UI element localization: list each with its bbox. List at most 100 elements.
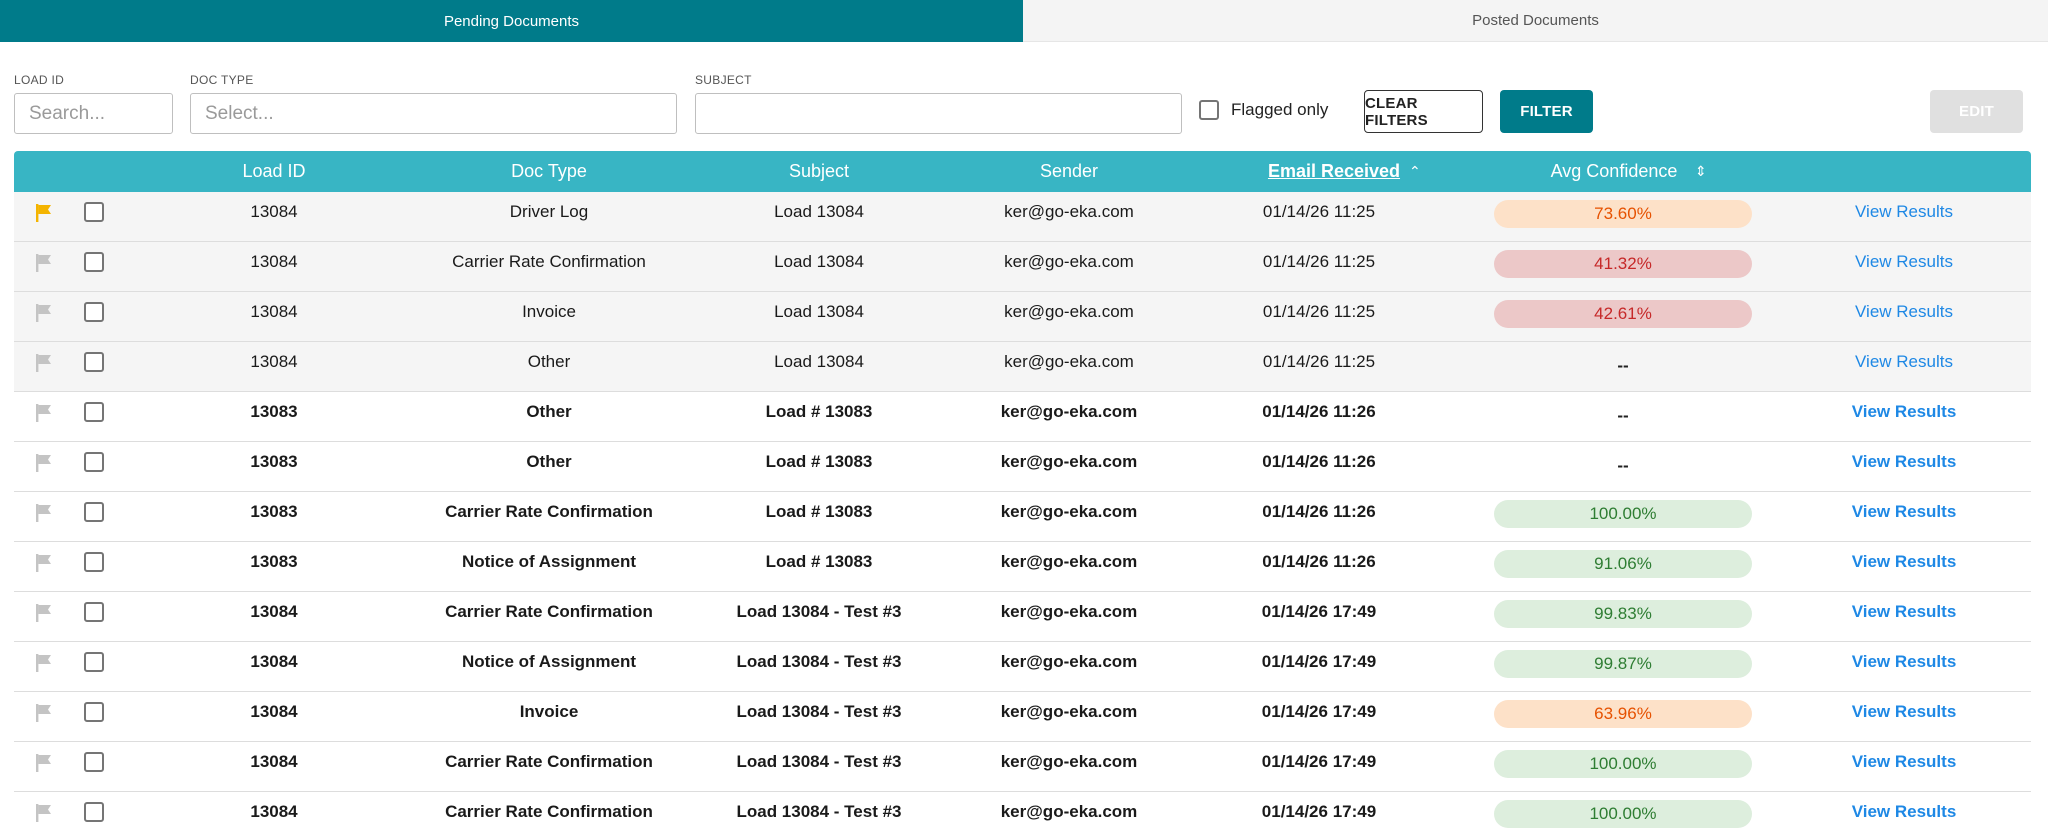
view-results-link[interactable]: View Results — [1804, 692, 2004, 732]
email-received-cell: 01/14/26 11:25 — [1262, 302, 1376, 321]
sender-cell: ker@go-eka.com — [1000, 752, 1138, 771]
doc-type-select[interactable] — [190, 93, 677, 134]
table-row[interactable]: 13084 Carrier Rate Confirmation Load 13084… — [14, 242, 2031, 292]
flag-icon[interactable] — [33, 252, 55, 274]
flagged-only-label: Flagged only — [1231, 100, 1329, 119]
column-header-sender[interactable]: Sender — [944, 151, 1194, 192]
table-row[interactable]: 13083 Notice of Assignment Load # 13083 ker… — [14, 542, 2031, 592]
row-checkbox[interactable] — [84, 502, 104, 522]
email-received-cell: 01/14/26 17:49 — [1261, 602, 1377, 621]
view-results-link[interactable]: View Results — [1804, 242, 2004, 282]
view-results-link[interactable]: View Results — [1804, 492, 2004, 532]
flagged-only-checkbox[interactable] — [1199, 100, 1219, 120]
confidence-badge: 99.87% — [1494, 650, 1752, 678]
doc-type-cell: Invoice — [519, 702, 579, 721]
table-row[interactable]: 13083 Carrier Rate Confirmation Load # 130… — [14, 492, 2031, 542]
load-id-search-input[interactable] — [14, 93, 173, 134]
sender-cell: ker@go-eka.com — [1000, 802, 1138, 821]
subject-cell: Load 13084 - Test #3 — [736, 802, 902, 821]
flag-icon[interactable] — [33, 652, 55, 674]
flag-icon[interactable] — [33, 452, 55, 474]
view-results-link[interactable]: View Results — [1804, 292, 2004, 332]
subject-cell: Load 13084 - Test #3 — [736, 602, 902, 621]
table-row[interactable]: 13084 Carrier Rate Confirmation Load 13084… — [14, 592, 2031, 642]
doc-type-cell: Carrier Rate Confirmation — [445, 502, 653, 521]
flag-icon[interactable] — [33, 402, 55, 424]
subject-cell: Load 13084 — [774, 352, 864, 371]
sender-cell: ker@go-eka.com — [1000, 602, 1138, 621]
row-checkbox[interactable] — [84, 802, 104, 822]
row-checkbox[interactable] — [84, 702, 104, 722]
load-id-cell: 13084 — [250, 652, 298, 671]
tab-pending-documents[interactable]: Pending Documents — [0, 0, 1023, 42]
confidence-badge: 99.83% — [1494, 600, 1752, 628]
table-row[interactable]: 13084 Invoice Load 13084 - Test #3 ker@go-e… — [14, 692, 2031, 742]
row-checkbox[interactable] — [84, 402, 104, 422]
column-header-load-id[interactable]: Load ID — [174, 151, 374, 192]
flag-icon[interactable] — [33, 202, 55, 224]
column-header-avg-confidence[interactable]: Avg Confidence — [1514, 151, 1714, 192]
flag-icon[interactable] — [33, 602, 55, 624]
doc-type-cell: Notice of Assignment — [461, 552, 637, 571]
doc-type-cell: Carrier Rate Confirmation — [445, 602, 653, 621]
flag-icon[interactable] — [33, 752, 55, 774]
flag-icon[interactable] — [33, 552, 55, 574]
sender-cell: ker@go-eka.com — [1000, 652, 1138, 671]
subject-cell: Load 13084 - Test #3 — [736, 702, 902, 721]
confidence-value: -- — [1617, 356, 1629, 375]
column-header-doc-type[interactable]: Doc Type — [394, 151, 704, 192]
row-checkbox[interactable] — [84, 352, 104, 372]
subject-cell: Load # 13083 — [765, 452, 873, 471]
load-id-cell: 13083 — [250, 502, 298, 521]
sender-cell: ker@go-eka.com — [1004, 252, 1134, 271]
sort-both-icon[interactable]: ⇕ — [1695, 151, 1707, 192]
column-header-subject[interactable]: Subject — [694, 151, 944, 192]
subject-input[interactable] — [695, 93, 1182, 134]
doc-type-cell: Other — [526, 452, 572, 471]
table-row[interactable]: 13084 Invoice Load 13084 ker@go-eka.com 01/1… — [14, 292, 2031, 342]
confidence-badge: 41.32% — [1494, 250, 1752, 278]
sender-cell: ker@go-eka.com — [1000, 402, 1138, 421]
doc-type-cell: Other — [526, 402, 572, 421]
column-header-email-received[interactable]: Email Received — [1254, 151, 1414, 192]
view-results-link[interactable]: View Results — [1804, 392, 2004, 432]
flag-icon[interactable] — [33, 302, 55, 324]
table-row[interactable]: 13084 Carrier Rate Confirmation Load 13084… — [14, 792, 2031, 835]
filter-button[interactable]: FILTER — [1500, 90, 1593, 133]
view-results-link[interactable]: View Results — [1804, 542, 2004, 582]
clear-filters-button[interactable]: CLEAR FILTERS — [1364, 90, 1483, 133]
row-checkbox[interactable] — [84, 652, 104, 672]
subject-label: SUBJECT — [695, 73, 752, 87]
view-results-link[interactable]: View Results — [1804, 342, 2004, 382]
row-checkbox[interactable] — [84, 752, 104, 772]
table-row[interactable]: 13084 Notice of Assignment Load 13084 - Te… — [14, 642, 2031, 692]
view-results-link[interactable]: View Results — [1804, 592, 2004, 632]
row-checkbox[interactable] — [84, 302, 104, 322]
table-row[interactable]: 13083 Other Load # 13083 ker@go-eka.com 01/1… — [14, 392, 2031, 442]
row-checkbox[interactable] — [84, 202, 104, 222]
doc-type-label: DOC TYPE — [190, 73, 254, 87]
row-checkbox[interactable] — [84, 552, 104, 572]
view-results-link[interactable]: View Results — [1804, 642, 2004, 682]
tab-posted-documents[interactable]: Posted Documents — [1023, 0, 2048, 42]
view-results-link[interactable]: View Results — [1804, 742, 2004, 782]
table-row[interactable]: 13084 Driver Log Load 13084 ker@go-eka.com 0… — [14, 192, 2031, 242]
view-results-link[interactable]: View Results — [1804, 192, 2004, 232]
row-checkbox[interactable] — [84, 252, 104, 272]
sort-ascending-icon[interactable]: ⌃ — [1409, 151, 1421, 192]
flag-icon[interactable] — [33, 502, 55, 524]
table-row[interactable]: 13084 Other Load 13084 ker@go-eka.com 01/14/… — [14, 342, 2031, 392]
row-checkbox[interactable] — [84, 602, 104, 622]
row-checkbox[interactable] — [84, 452, 104, 472]
load-id-cell: 13083 — [250, 402, 298, 421]
flagged-only-toggle[interactable]: Flagged only — [1199, 98, 1328, 122]
edit-button[interactable]: EDIT — [1930, 90, 2023, 133]
view-results-link[interactable]: View Results — [1804, 442, 2004, 482]
flag-icon[interactable] — [33, 702, 55, 724]
flag-icon[interactable] — [33, 802, 55, 824]
load-id-cell: 13084 — [250, 252, 298, 271]
table-row[interactable]: 13083 Other Load # 13083 ker@go-eka.com 01/1… — [14, 442, 2031, 492]
flag-icon[interactable] — [33, 352, 55, 374]
view-results-link[interactable]: View Results — [1804, 792, 2004, 832]
table-row[interactable]: 13084 Carrier Rate Confirmation Load 13084… — [14, 742, 2031, 792]
